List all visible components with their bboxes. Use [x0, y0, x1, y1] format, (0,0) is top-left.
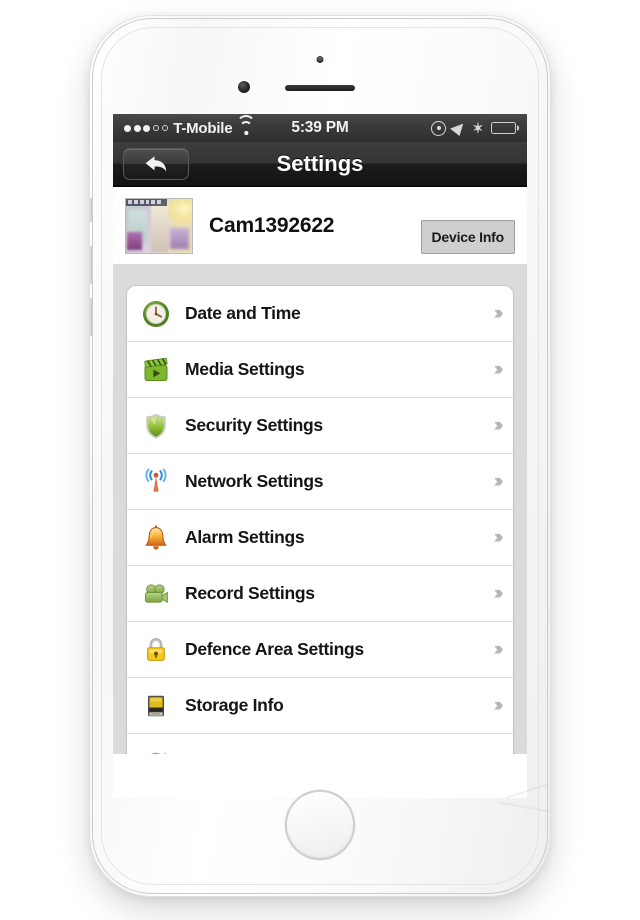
list-item-label: Date and Time	[185, 303, 301, 323]
ring-silent-switch[interactable]	[87, 198, 92, 222]
list-item-security-settings[interactable]: Security Settings ››	[127, 398, 513, 454]
lock-icon	[141, 635, 171, 665]
clapperboard-icon	[141, 355, 171, 385]
status-bar-left: T-Mobile	[124, 114, 256, 137]
list-item-defence-area-settings[interactable]: Defence Area Settings ››	[127, 622, 513, 678]
list-item-record-settings[interactable]: Record Settings ››	[127, 566, 513, 622]
volume-up-button[interactable]	[87, 246, 92, 284]
navigation-bar: Settings	[113, 142, 527, 187]
list-item-label: Network Settings	[185, 471, 324, 491]
settings-card: Date and Time ›› Media Settings ›› Securit…	[126, 285, 514, 754]
settings-list-area[interactable]: Date and Time ›› Media Settings ›› Securit…	[113, 265, 527, 754]
list-item-date-and-time[interactable]: Date and Time ››	[127, 286, 513, 342]
battery-icon	[491, 122, 516, 134]
list-item-label: Security Settings	[185, 415, 323, 435]
home-button[interactable]	[287, 792, 353, 858]
bluetooth-icon: ✶	[472, 120, 484, 136]
sdcard-icon	[141, 691, 171, 721]
ios-status-bar: T-Mobile 5:39 PM ✶	[113, 114, 527, 142]
wifi-icon	[236, 114, 256, 135]
list-item-label: Defence Area Settings	[185, 639, 364, 659]
status-bar-right: ✶	[431, 119, 516, 137]
list-item-label: Device Update	[185, 752, 302, 755]
proximity-sensor	[316, 56, 324, 63]
device-header: Cam1392622 Device Info	[113, 187, 527, 265]
chevron-right-icon: ››	[493, 414, 504, 436]
chevron-right-icon: ››	[493, 358, 504, 380]
chevron-right-icon: ››	[493, 302, 504, 324]
antenna-icon	[141, 467, 171, 497]
chevron-right-icon: ››	[493, 526, 504, 548]
list-item-label: Storage Info	[185, 695, 284, 715]
earpiece-speaker	[285, 85, 355, 91]
location-arrow-icon	[450, 119, 469, 137]
list-item-label: Alarm Settings	[185, 527, 305, 547]
volume-down-button[interactable]	[87, 298, 92, 336]
shield-icon	[141, 411, 171, 441]
screenshot-scene: T-Mobile 5:39 PM ✶ Settings Cam1392622 D…	[0, 0, 640, 920]
clock-icon	[141, 299, 171, 329]
bell-icon	[141, 523, 171, 553]
back-button[interactable]	[123, 148, 189, 180]
back-arrow-icon	[143, 154, 169, 174]
list-item-label: Record Settings	[185, 583, 315, 603]
camcorder-icon	[141, 579, 171, 609]
list-item-label: Media Settings	[185, 359, 305, 379]
phone-screen: T-Mobile 5:39 PM ✶ Settings Cam1392622 D…	[113, 114, 527, 798]
chevron-right-icon: ››	[493, 582, 504, 604]
smartphone-device: T-Mobile 5:39 PM ✶ Settings Cam1392622 D…	[87, 16, 550, 896]
chevron-right-icon: ››	[493, 638, 504, 660]
device-info-button[interactable]: Device Info	[420, 219, 515, 254]
signal-strength-icon	[124, 124, 169, 132]
device-name-label: Cam1392622	[209, 213, 335, 237]
alarm-icon	[431, 120, 447, 136]
list-item-alarm-settings[interactable]: Alarm Settings ››	[127, 510, 513, 566]
update-icon	[141, 747, 171, 754]
list-item-media-settings[interactable]: Media Settings ››	[127, 342, 513, 398]
list-item-network-settings[interactable]: Network Settings ››	[127, 454, 513, 510]
list-item-storage-info[interactable]: Storage Info ››	[127, 678, 513, 734]
carrier-label: T-Mobile	[173, 119, 233, 137]
front-camera	[238, 81, 250, 93]
chevron-right-icon: ››	[493, 470, 504, 492]
chevron-right-icon: ››	[493, 694, 504, 716]
chevron-right-icon: ››	[494, 751, 504, 754]
camera-snapshot-thumbnail[interactable]	[125, 197, 193, 254]
list-item-device-update[interactable]: Device Update ››	[127, 734, 513, 754]
